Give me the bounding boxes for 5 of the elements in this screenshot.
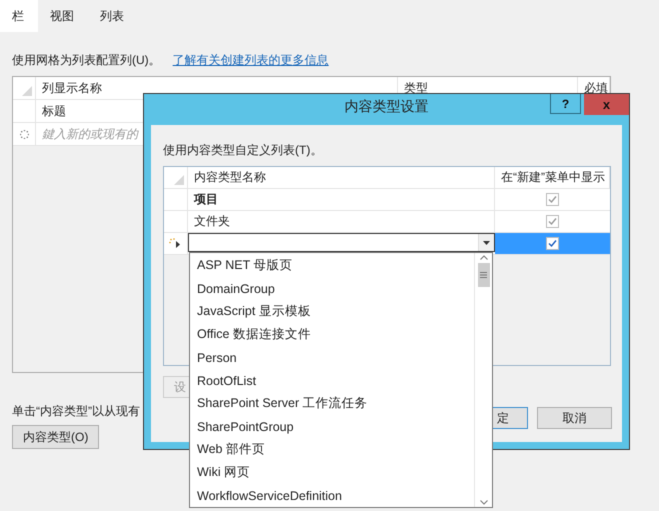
hint-text: 单击“内容类型”以从现有	[12, 403, 140, 419]
table-cell: 项目	[188, 189, 495, 210]
instruction-text: 使用内容类型自定义列表(T)。	[163, 142, 324, 158]
table-cell: 文件夹	[188, 211, 495, 232]
instruction-text: 使用网格为列表配置列(U)。	[12, 52, 161, 68]
